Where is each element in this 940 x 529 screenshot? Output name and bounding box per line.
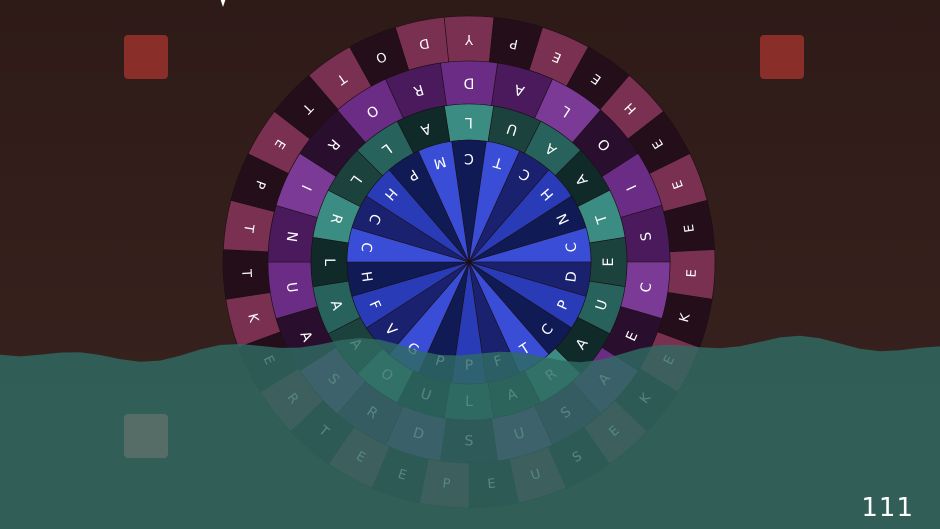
wheel-letter: E	[685, 269, 700, 278]
wheel-letter: E	[601, 258, 617, 267]
wheel-letter: C	[464, 150, 474, 166]
corner-square-top-right[interactable]	[760, 35, 804, 79]
corner-square-top-left[interactable]	[124, 35, 168, 79]
wheel-letter: D	[464, 75, 475, 91]
wheel-letter: Y	[465, 31, 474, 46]
wheel-letter: L	[465, 114, 473, 130]
wheel-letter: L	[321, 258, 337, 266]
wheel-letter: D	[563, 270, 580, 283]
wheel-letter: N	[283, 230, 300, 243]
corner-square-bottom-left[interactable]	[124, 414, 168, 458]
brush-stroke-mark	[220, 0, 226, 7]
wheel-letter: T	[238, 268, 253, 278]
score-counter: 111	[861, 493, 914, 523]
wheel-letter: H	[357, 270, 374, 283]
